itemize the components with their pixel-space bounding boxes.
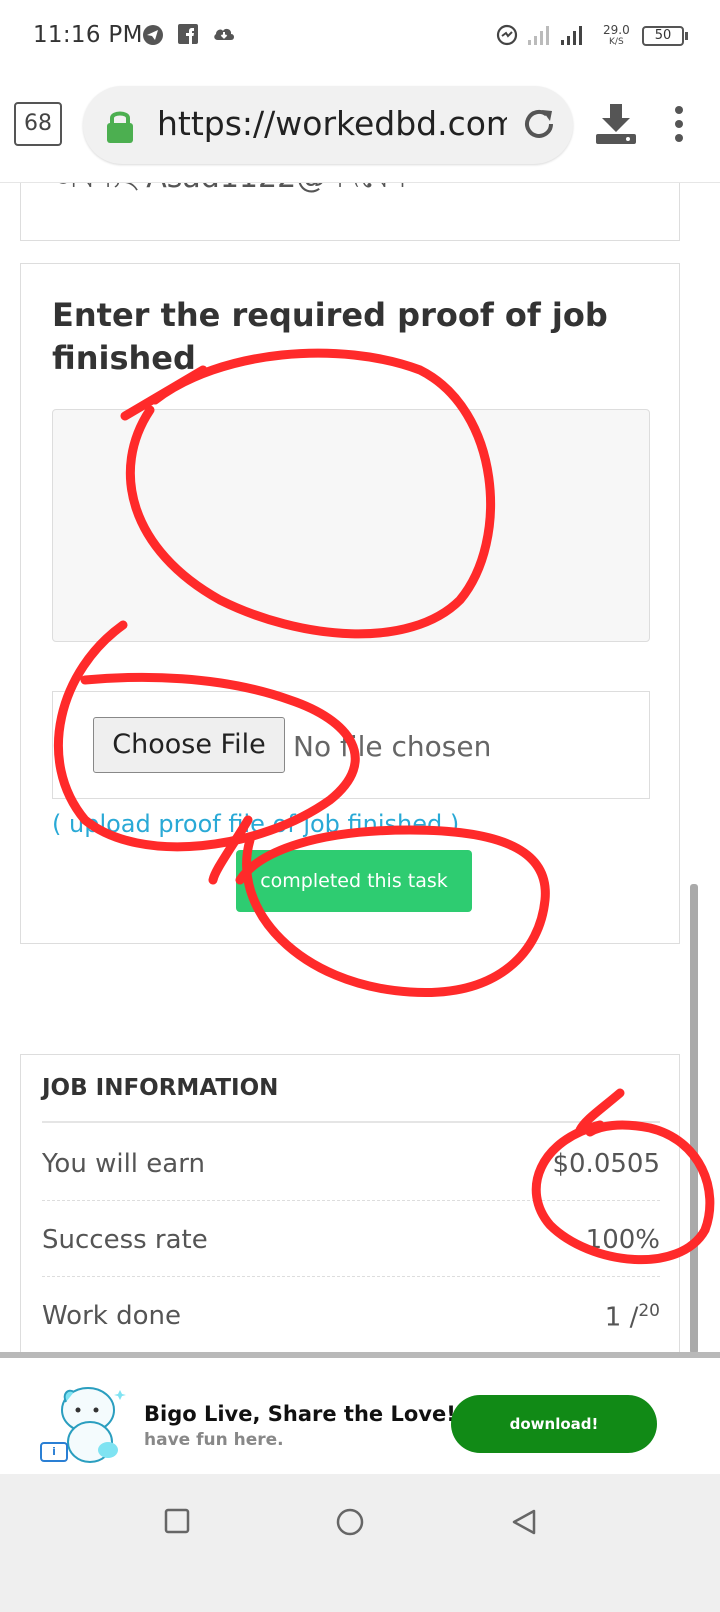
lock-icon: [105, 108, 135, 148]
signal-icon: [560, 24, 584, 50]
back-icon[interactable]: [510, 1508, 538, 1540]
job-label: Work done: [42, 1301, 181, 1331]
menu-icon[interactable]: [674, 106, 684, 146]
no-file-label: No file chosen: [293, 730, 492, 763]
cloud-download-icon: [212, 24, 236, 48]
instruction-note: অবশ্যই Asad1122@ দিবেন: [52, 183, 407, 204]
ad-subtitle: have fun here.: [144, 1430, 284, 1450]
job-label: Success rate: [42, 1225, 208, 1255]
job-information-card: JOB INFORMATION You will earn $0.0505 Su…: [20, 1054, 680, 1363]
status-time: 11:16 PM: [33, 22, 143, 48]
job-value: 1 /20: [605, 1301, 660, 1333]
complete-task-button[interactable]: completed this task: [236, 850, 472, 912]
data-saver-icon: [496, 24, 518, 50]
job-row-earn: You will earn $0.0505: [42, 1125, 660, 1201]
proof-card: Enter the required proof of job finished…: [20, 263, 680, 944]
job-label: You will earn: [42, 1149, 205, 1179]
address-bar[interactable]: https://workedbd.com: [83, 86, 573, 164]
facebook-icon: [178, 24, 198, 48]
status-bar: 11:16 PM 29.0 K/S 50: [0, 0, 720, 72]
battery-indicator: 50: [642, 26, 688, 46]
net-speed-value: 29.0: [603, 23, 630, 37]
recent-apps-icon[interactable]: [164, 1508, 190, 1538]
telegram-icon: [142, 24, 164, 50]
ad-banner[interactable]: i Bigo Live, Share the Love! have fun he…: [0, 1352, 720, 1474]
ad-info-badge[interactable]: i: [40, 1442, 68, 1462]
work-done-count: 1 /: [604, 1302, 639, 1333]
reload-icon[interactable]: [521, 106, 557, 146]
job-row-work-done: Work done 1 /20: [42, 1277, 660, 1353]
browser-toolbar: 68 https://workedbd.com: [0, 72, 720, 183]
system-nav-bar: [0, 1474, 720, 1612]
job-row-success-rate: Success rate 100%: [42, 1201, 660, 1277]
ad-download-button[interactable]: download!: [451, 1395, 657, 1453]
work-done-total: 20: [638, 1301, 660, 1321]
ad-title: Bigo Live, Share the Love!: [144, 1402, 456, 1426]
net-speed-unit: K/S: [609, 37, 624, 47]
instructions-card: অবশ্যই Asad1122@ দিবেন: [20, 183, 680, 241]
job-value: $0.0505: [552, 1149, 660, 1179]
home-icon[interactable]: [336, 1508, 364, 1540]
tab-count-button[interactable]: 68: [14, 102, 62, 146]
signal-icon: [527, 24, 551, 50]
url-text[interactable]: https://workedbd.com: [157, 104, 507, 146]
divider: [42, 1121, 660, 1123]
upload-hint: ( upload proof file of job finished ): [52, 810, 460, 838]
job-info-heading: JOB INFORMATION: [42, 1075, 279, 1101]
job-value: 100%: [585, 1225, 660, 1255]
page-content: অবশ্যই Asad1122@ দিবেন Enter the require…: [0, 183, 720, 1363]
proof-title: Enter the required proof of job finished: [52, 296, 608, 377]
proof-textarea[interactable]: [52, 409, 650, 642]
choose-file-button[interactable]: Choose File: [93, 717, 285, 773]
net-speed: 29.0 K/S: [603, 24, 630, 48]
download-icon[interactable]: [594, 102, 638, 150]
scrollbar[interactable]: [690, 884, 698, 1354]
file-input[interactable]: Choose File No file chosen: [52, 691, 650, 799]
